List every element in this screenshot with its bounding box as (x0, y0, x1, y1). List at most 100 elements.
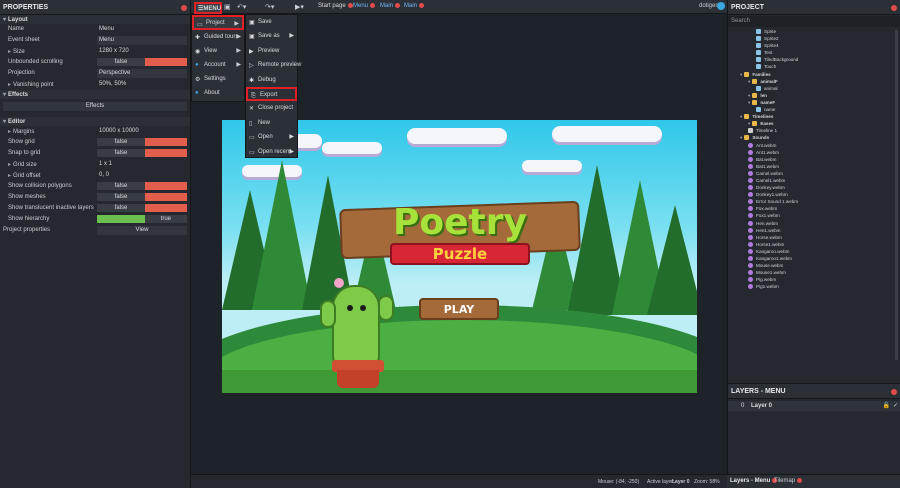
unbounded-toggle[interactable]: false (97, 58, 187, 66)
chevron-down-icon[interactable]: ▾ (748, 121, 750, 126)
menu-item-close-project[interactable]: ✕ Close project (246, 101, 297, 115)
save-icon[interactable]: ▣ (224, 3, 231, 11)
gridsize-field[interactable]: 1 x 1 (97, 160, 187, 169)
tree-folder[interactable]: ▾ nameF (728, 99, 900, 107)
translucent-toggle[interactable]: false (97, 204, 187, 212)
tree-item[interactable]: Error Sound 1.webm (728, 199, 900, 206)
chevron-right-icon[interactable]: ▸ (8, 49, 11, 55)
tree-item[interactable]: Sprite2 (728, 36, 900, 43)
tab-menu[interactable]: Menu (353, 3, 376, 9)
tree-item[interactable]: Donkey1.webm (728, 192, 900, 199)
meshes-toggle[interactable]: false (97, 193, 187, 201)
eventsheet-select[interactable]: Menu (97, 36, 187, 45)
menu-item-new[interactable]: ▯ New (246, 116, 297, 130)
tree-item[interactable]: Fox1.webm (728, 213, 900, 220)
snap-toggle[interactable]: false (97, 149, 187, 157)
view-project-properties-button[interactable]: View (97, 226, 187, 235)
close-panel-icon[interactable] (181, 5, 187, 11)
tree-item[interactable]: Sprite (728, 29, 900, 36)
game-preview[interactable]: Poetry Puzzle PLAY (222, 120, 697, 393)
chevron-down-icon[interactable]: ▾ (740, 72, 742, 77)
tree-item[interactable]: Kangaroo.webm (728, 248, 900, 256)
collision-toggle[interactable]: false (97, 182, 187, 190)
menu-item-debug[interactable]: ✱ Debug (246, 73, 297, 87)
tree-item[interactable]: Pig.webm (728, 277, 900, 284)
menu-item-save-as[interactable]: ▣ Save as ▶ (246, 29, 297, 43)
main-menu-button[interactable]: ☰MENU (194, 2, 222, 14)
menu-item-account[interactable]: ● Account ▶ (192, 58, 244, 72)
tree-item[interactable]: TiledBackground (728, 57, 900, 64)
tree-item[interactable]: Ant1.webm (728, 149, 900, 157)
lock-icon[interactable]: 🔓 (883, 402, 890, 409)
tree-folder[interactable]: ▾ Timelines (728, 114, 900, 121)
menu-item-view[interactable]: ◉ View ▶ (192, 44, 244, 58)
menu-item-project[interactable]: ▭ Project ▶ (192, 15, 244, 30)
project-scrollbar[interactable] (895, 30, 898, 360)
chevron-down-icon[interactable]: ▾ (740, 114, 742, 119)
close-tab-icon[interactable] (370, 3, 376, 8)
close-tab-icon[interactable] (419, 3, 425, 8)
tree-item[interactable]: Horse1.webm (728, 241, 900, 249)
tab-main-layout[interactable]: Main (380, 3, 401, 9)
tab-layers[interactable]: Layers - Menu (730, 478, 778, 484)
tree-folder[interactable]: ▾ animalF (728, 78, 900, 86)
tree-folder[interactable]: ▾ Eases (728, 121, 900, 128)
chevron-down-icon[interactable]: ▾ (748, 79, 750, 84)
tree-item[interactable]: animal (728, 85, 900, 93)
undo-icon[interactable]: ↶▾ (237, 3, 246, 11)
name-field[interactable]: Menu (97, 25, 187, 34)
margins-field[interactable]: 10000 x 10000 (97, 127, 187, 136)
chevron-right-icon[interactable]: ▸ (8, 129, 11, 135)
tree-item[interactable]: Camel.webm (728, 170, 900, 178)
section-layout[interactable]: ▾ Layout (0, 15, 190, 24)
vanishing-field[interactable]: 50%, 50% (97, 80, 187, 89)
tree-item[interactable]: Kangaroo1.webm (728, 256, 900, 263)
close-tab-icon[interactable] (347, 3, 353, 8)
tab-tilemap[interactable]: Tilemap (774, 478, 803, 484)
tree-item[interactable]: Ant.webm (728, 142, 900, 150)
section-editor[interactable]: ▾ Editor (0, 117, 190, 126)
hierarchy-toggle[interactable]: true (97, 215, 187, 223)
menu-item-open-recent[interactable]: ▭ Open recent ▶ (246, 145, 297, 159)
tree-item[interactable]: Pig1.webm (728, 284, 900, 291)
tree-item[interactable]: Bat.webm (728, 156, 900, 164)
user-avatar[interactable] (717, 2, 725, 10)
chevron-down-icon[interactable]: ▾ (748, 100, 750, 105)
tree-item[interactable]: Donkey.webm (728, 185, 900, 192)
play-icon[interactable]: ▶▾ (295, 3, 304, 11)
close-panel-icon[interactable] (891, 5, 897, 11)
menu-item-export[interactable]: ⎘ Export (246, 86, 297, 102)
tree-item[interactable]: Sprite4 (728, 43, 900, 50)
close-tab-icon[interactable] (395, 3, 401, 8)
menu-item-about[interactable]: ● About (192, 86, 244, 100)
menu-item-settings[interactable]: ⚙ Settings (192, 72, 244, 86)
tree-folder[interactable]: ▾ len (728, 92, 900, 100)
tree-folder[interactable]: ▾ Families (728, 71, 900, 79)
size-field[interactable]: 1280 x 720 (97, 47, 187, 56)
tree-item[interactable]: Mouse1.webm (728, 270, 900, 277)
chevron-right-icon[interactable]: ▸ (8, 162, 11, 168)
play-button[interactable]: PLAY (419, 298, 499, 320)
section-effects[interactable]: ▾ Effects (0, 90, 190, 99)
close-tab-icon[interactable] (797, 478, 803, 483)
chevron-right-icon[interactable]: ▸ (8, 173, 11, 179)
tree-item[interactable]: Text (728, 50, 900, 57)
tab-start-page[interactable]: Start page (318, 3, 353, 9)
chevron-down-icon[interactable]: ▾ (740, 135, 742, 140)
tree-item[interactable]: Mouse.webm (728, 263, 900, 270)
tree-item[interactable]: Timeline 1 (728, 128, 900, 135)
tree-folder[interactable]: ▾ Sounds (728, 135, 900, 142)
menu-item-guided-tours[interactable]: ✚ Guided tours ▶ (192, 30, 244, 44)
tree-item[interactable]: Hen1.webm (728, 227, 900, 235)
showgrid-toggle[interactable]: false (97, 138, 187, 146)
chevron-down-icon[interactable]: ▾ (748, 93, 750, 98)
menu-item-open[interactable]: ▭ Open ▶ (246, 130, 297, 144)
close-panel-icon[interactable] (891, 389, 897, 395)
layer-row[interactable]: 0 Layer 0 🔓 ✓ (728, 401, 900, 411)
project-search-input[interactable]: Search (728, 16, 900, 27)
effects-button[interactable]: Effects (3, 102, 187, 111)
tree-item[interactable]: Fox.webm (728, 206, 900, 213)
chevron-right-icon[interactable]: ▸ (8, 82, 11, 88)
redo-icon[interactable]: ↷▾ (265, 3, 274, 11)
gridoffset-field[interactable]: 0, 0 (97, 171, 187, 180)
